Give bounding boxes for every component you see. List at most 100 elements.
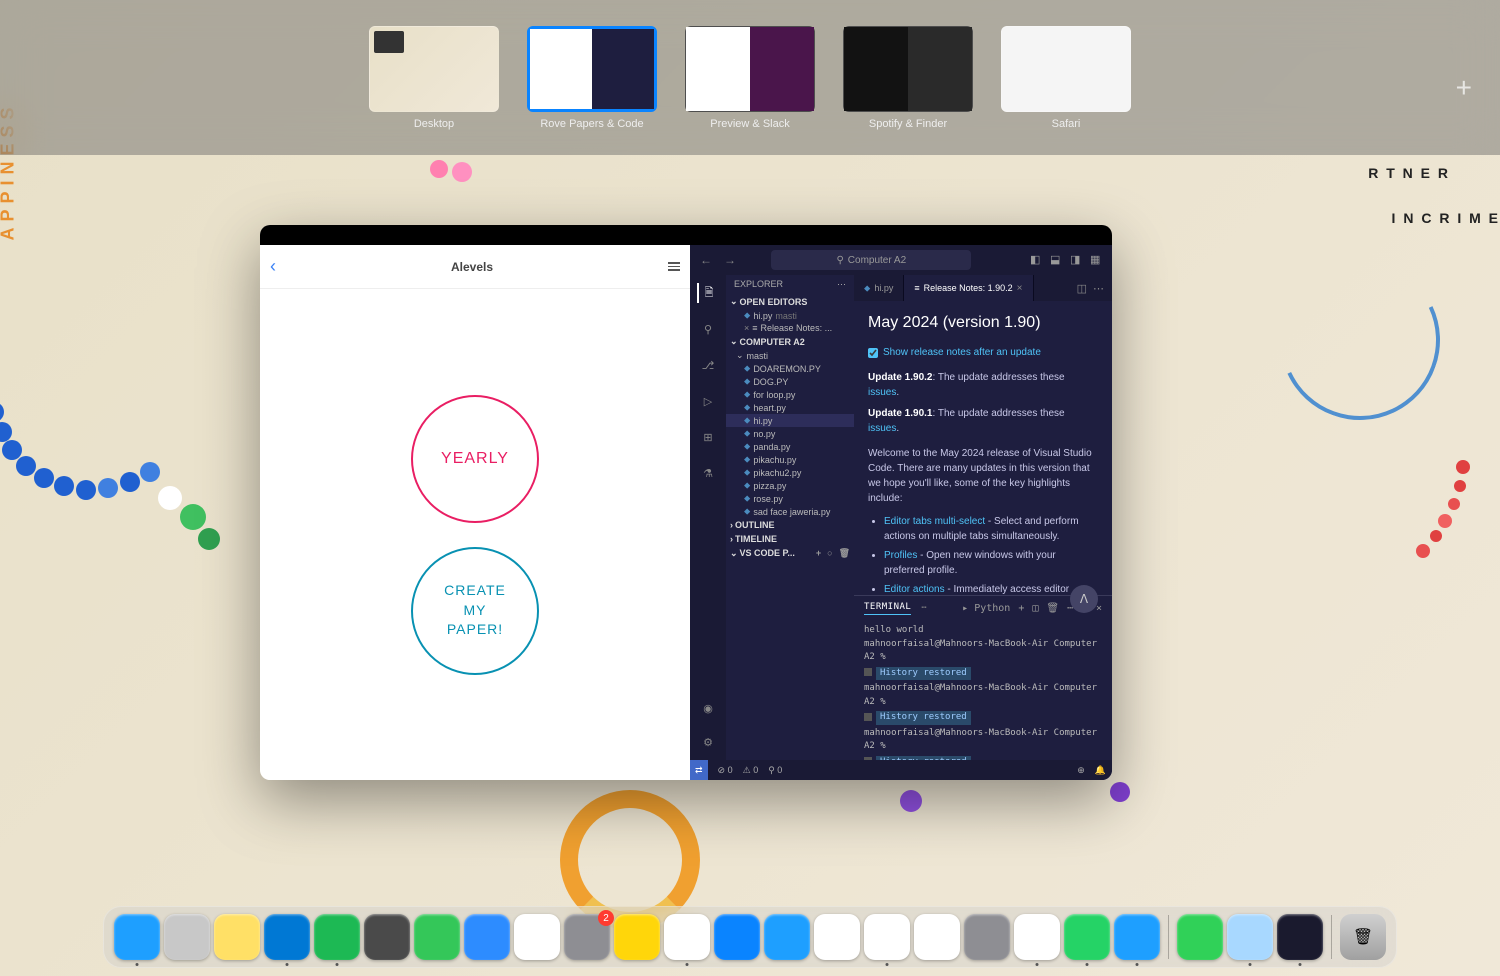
close-icon[interactable]: ×	[1017, 283, 1023, 294]
yearly-button[interactable]: YEARLY	[411, 395, 539, 523]
space-rove-code[interactable]: Rove Papers & Code	[527, 26, 657, 130]
dock-trash[interactable]: 🗑	[1340, 914, 1386, 960]
workspace-section[interactable]: ⌄ COMPUTER A2	[726, 334, 854, 349]
file-row[interactable]: ⬥pikachu2.py	[726, 466, 854, 479]
dock-appstore[interactable]	[714, 914, 760, 960]
file-row[interactable]: ⬥heart.py	[726, 401, 854, 414]
dock-rovepapers[interactable]	[1277, 914, 1323, 960]
show-release-checkbox[interactable]: Show release notes after an update	[868, 345, 1098, 360]
split-window[interactable]: ‹ Alevels YEARLY CREATE MY PAPER! ← → ⚲ …	[260, 225, 1112, 780]
dock-vscode[interactable]	[264, 914, 310, 960]
space-safari[interactable]: Safari	[1001, 26, 1131, 130]
tab-hi-py[interactable]: ⬥ hi.py	[854, 275, 904, 301]
terminal-body[interactable]: hello worldmahnoorfaisal@Mahnoors-MacBoo…	[854, 620, 1112, 760]
pets-section[interactable]: ⌄VS CODE P... + ○ 🗑	[726, 546, 854, 561]
issues-link[interactable]: issues	[868, 387, 896, 398]
layout-panel-icon[interactable]: ⬓	[1050, 253, 1064, 267]
dock-photos[interactable]	[514, 914, 560, 960]
dock-spotify[interactable]	[314, 914, 360, 960]
file-row[interactable]: ⬥hi.py	[726, 414, 854, 427]
dock-clock[interactable]	[814, 914, 860, 960]
split-editor-icon[interactable]: ◫	[1077, 282, 1087, 295]
space-preview-slack[interactable]: Preview & Slack	[685, 26, 815, 130]
status-errors[interactable]: ⊘ 0	[718, 765, 733, 776]
dock-messages[interactable]	[414, 914, 460, 960]
dock-notion[interactable]	[864, 914, 910, 960]
close-icon[interactable]: ×	[744, 323, 749, 333]
file-row[interactable]: ⬥DOG.PY	[726, 375, 854, 388]
more-icon[interactable]: ⋯	[837, 279, 846, 290]
nav-forward-icon[interactable]: →	[722, 253, 738, 267]
tab-release-notes[interactable]: ≡ Release Notes: 1.90.2 ×	[904, 275, 1033, 301]
search-icon[interactable]: ⚲	[698, 319, 718, 339]
highlight-link[interactable]: Editor tabs multi-select	[884, 516, 985, 527]
extensions-icon[interactable]: ⊞	[698, 427, 718, 447]
highlight-link[interactable]: Editor actions	[884, 584, 945, 595]
notifications-icon[interactable]: 🔔	[1095, 765, 1106, 776]
file-row[interactable]: ⬥rose.py	[726, 492, 854, 505]
dock-slack[interactable]	[1014, 914, 1060, 960]
trash-icon[interactable]: 🗑	[839, 548, 850, 559]
add-space-button[interactable]: +	[1456, 72, 1472, 104]
dock-chrome[interactable]	[664, 914, 710, 960]
dock-safari[interactable]	[1114, 914, 1160, 960]
more-icon[interactable]: ⋯	[1093, 282, 1104, 295]
open-editor-item[interactable]: ⬥ hi.py masti	[726, 309, 854, 322]
timeline-section[interactable]: › TIMELINE	[726, 532, 854, 546]
folder-row[interactable]: ⌄ masti	[726, 349, 854, 362]
highlight-link[interactable]: Profiles	[884, 550, 917, 561]
outline-section[interactable]: › OUTLINE	[726, 518, 854, 532]
trash-icon[interactable]: 🗑	[1046, 603, 1059, 614]
file-row[interactable]: ⬥pizza.py	[726, 479, 854, 492]
dock-zoom[interactable]	[464, 914, 510, 960]
dock-finder[interactable]	[114, 914, 160, 960]
status-ports[interactable]: ⚲ 0	[768, 765, 782, 776]
command-center[interactable]: ⚲ Computer A2	[771, 250, 971, 270]
dock-calendar[interactable]	[914, 914, 960, 960]
file-row[interactable]: ⬥sad face jaweria.py	[726, 505, 854, 518]
dock-preview[interactable]	[1227, 914, 1273, 960]
split-terminal-icon[interactable]: ◫	[1032, 603, 1038, 614]
copilot-icon[interactable]: ⊕	[1077, 765, 1085, 776]
file-row[interactable]: ⬥pikachu.py	[726, 453, 854, 466]
file-row[interactable]: ⬥panda.py	[726, 440, 854, 453]
dock-whatsapp[interactable]	[1064, 914, 1110, 960]
status-warnings[interactable]: ⚠ 0	[743, 765, 759, 776]
layout-sidebar-left-icon[interactable]: ◧	[1030, 253, 1044, 267]
release-notes-content[interactable]: May 2024 (version 1.90) Show release not…	[854, 301, 1112, 595]
explorer-icon[interactable]: 🗎	[697, 283, 717, 303]
more-icon[interactable]: ⋯	[921, 603, 926, 613]
testing-icon[interactable]: ⚗	[698, 463, 718, 483]
terminal-shell-label[interactable]: ▸ Python	[962, 603, 1010, 614]
file-row[interactable]: ⬥no.py	[726, 427, 854, 440]
file-row[interactable]: ⬥DOAREMON.PY	[726, 362, 854, 375]
dock-stickies[interactable]	[214, 914, 260, 960]
space-desktop[interactable]: Desktop	[369, 26, 499, 130]
dock-findmy[interactable]	[1177, 914, 1223, 960]
dock-settings[interactable]: 2	[564, 914, 610, 960]
source-control-icon[interactable]: ⎇	[698, 355, 718, 375]
dock-mail[interactable]	[764, 914, 810, 960]
create-paper-button[interactable]: CREATE MY PAPER!	[411, 547, 539, 675]
add-terminal-icon[interactable]: +	[1018, 603, 1024, 614]
remote-indicator[interactable]: ⇄	[690, 760, 708, 780]
circle-icon[interactable]: ○	[827, 548, 832, 559]
space-spotify-finder[interactable]: Spotify & Finder	[843, 26, 973, 130]
file-row[interactable]: ⬥for loop.py	[726, 388, 854, 401]
dock-notes[interactable]	[614, 914, 660, 960]
dock-calculator[interactable]	[364, 914, 410, 960]
open-editors-section[interactable]: ⌄ OPEN EDITORS	[726, 294, 854, 309]
issues-link[interactable]: issues	[868, 423, 896, 434]
run-debug-icon[interactable]: ▷	[698, 391, 718, 411]
nav-back-icon[interactable]: ←	[698, 253, 714, 267]
layout-customize-icon[interactable]: ▦	[1090, 253, 1104, 267]
scroll-to-top-button[interactable]: ᐱ	[1070, 585, 1098, 613]
open-editor-item[interactable]: × ≡ Release Notes: ...	[726, 322, 854, 334]
add-icon[interactable]: +	[816, 548, 821, 559]
menu-icon[interactable]	[668, 262, 680, 271]
terminal-tab[interactable]: TERMINAL	[864, 602, 911, 615]
layout-sidebar-right-icon[interactable]: ◨	[1070, 253, 1084, 267]
accounts-icon[interactable]: ◉	[698, 698, 718, 718]
back-button[interactable]: ‹	[270, 256, 276, 277]
dock-roblox[interactable]	[964, 914, 1010, 960]
